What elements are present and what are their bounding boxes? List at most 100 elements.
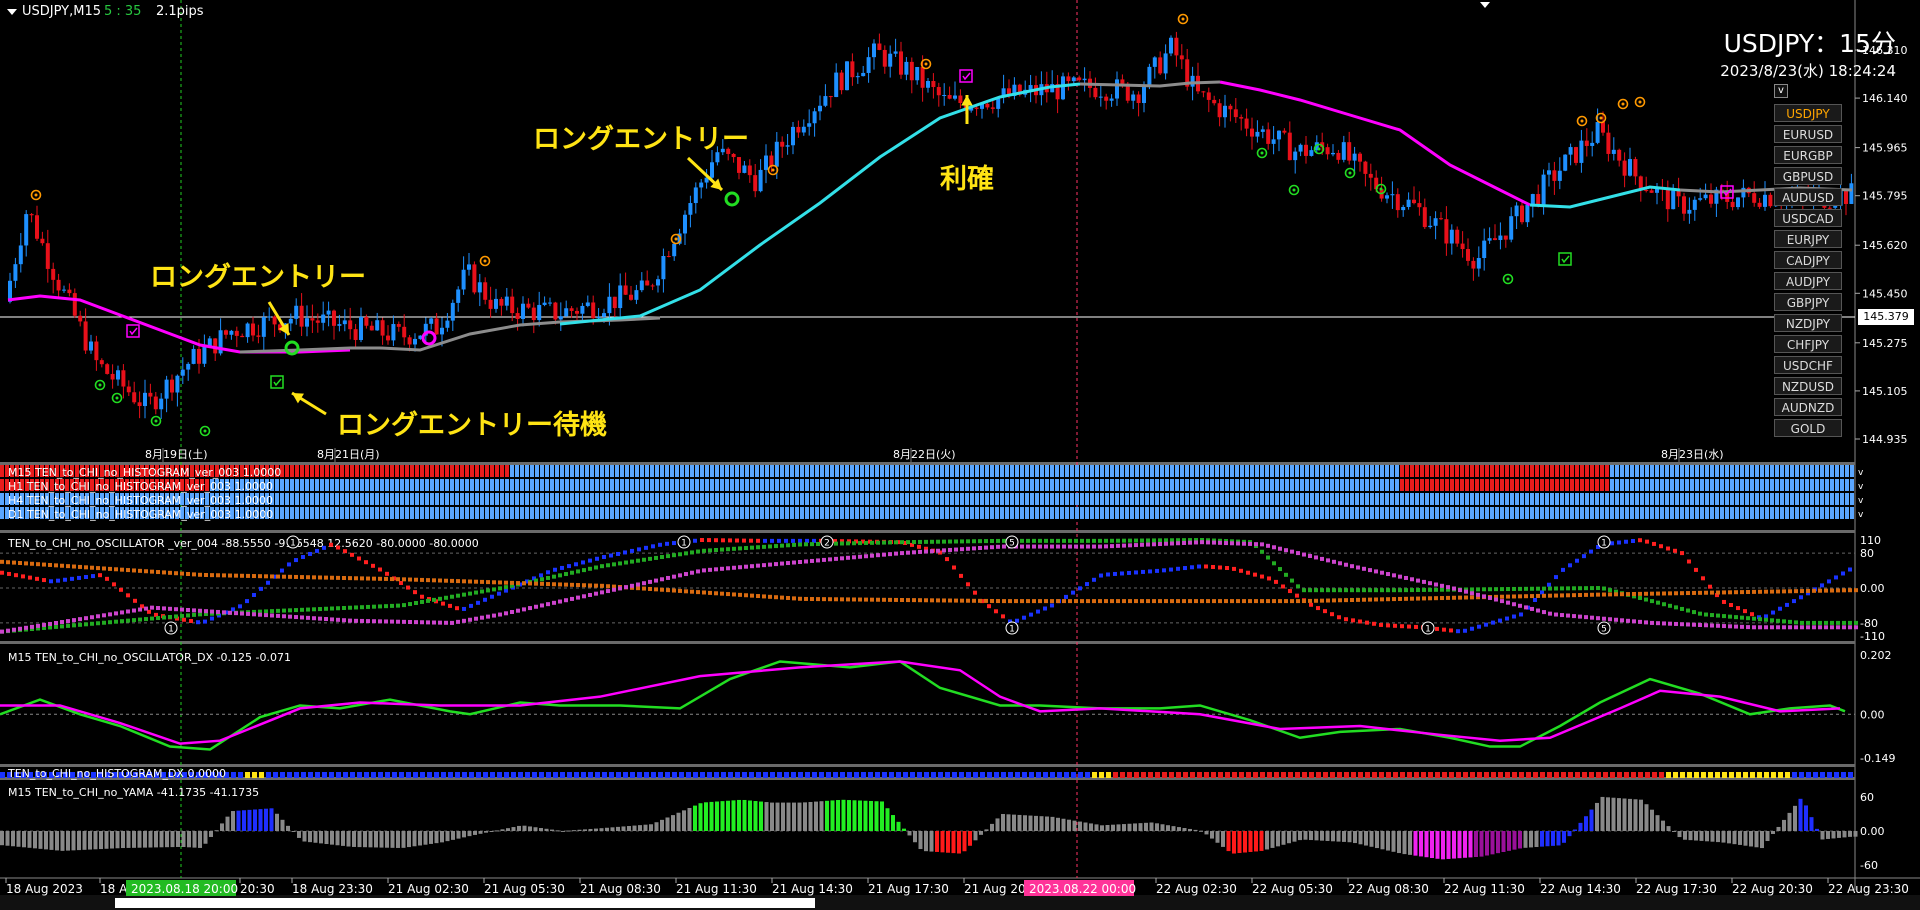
osc-dot (900, 551, 904, 556)
histogram-bar (1210, 479, 1214, 491)
osc-marker-bottom-2-label: 1 (1425, 625, 1431, 635)
yama-bar (214, 830, 219, 832)
symbol-button-audjpy[interactable]: AUDJPY (1774, 272, 1842, 290)
histogram-bar (855, 493, 859, 505)
osc-dot (1416, 588, 1420, 593)
spread-label: 2.1pips (156, 4, 204, 19)
histogram-dx-bar (350, 772, 355, 778)
osc-dot (1533, 598, 1537, 602)
histogram-bar (1460, 507, 1464, 519)
osc-dot (606, 584, 610, 589)
candle-body (899, 51, 903, 75)
osc-dot (96, 621, 100, 626)
osc-dot (684, 551, 688, 556)
osc-dot (1110, 599, 1114, 604)
symbol-button-eurjpy[interactable]: EURJPY (1774, 230, 1842, 248)
osc-dot (294, 574, 298, 579)
histogram-bar (540, 507, 544, 519)
symbol-list-toggle-button[interactable]: v (1774, 84, 1788, 98)
dx-label: M15 TEN_to_CHI_no_OSCILLATOR_DX -0.125 -… (8, 651, 291, 664)
symbol-button-usdcad[interactable]: USDCAD (1774, 209, 1842, 227)
osc-dot (714, 547, 718, 552)
osc-dot (54, 563, 58, 568)
osc-dot (280, 568, 284, 573)
histogram-dx-bar (1211, 772, 1216, 778)
histogram-bar (1605, 493, 1609, 505)
symbol-button-eurgbp[interactable]: EURGBP (1774, 146, 1842, 164)
yama-bar (478, 831, 483, 834)
osc-dot (1572, 586, 1576, 591)
price-chart-canvas[interactable]: 146.310146.140145.965145.795145.620145.4… (0, 0, 1920, 910)
symbol-button-cadjpy[interactable]: CADJPY (1774, 251, 1842, 269)
histogram-bar (1340, 479, 1344, 491)
histogram-bar (630, 507, 634, 519)
candle-body (159, 398, 164, 410)
osc-dot (1554, 575, 1558, 580)
histogram-bar (1385, 479, 1389, 491)
histogram-bar (915, 493, 919, 505)
histogram-bar (815, 493, 819, 505)
histogram-dx-bar (336, 772, 341, 778)
yama-bar (731, 800, 736, 831)
histogram-dx-bar (532, 772, 537, 778)
symbol-button-gbpjpy[interactable]: GBPJPY (1774, 293, 1842, 311)
histogram-bar (1320, 493, 1324, 505)
histogram-dx-bar (1120, 772, 1125, 778)
histogram-bar (1345, 479, 1349, 491)
histogram-bar (555, 479, 559, 491)
symbol-button-usdchf[interactable]: USDCHF (1774, 356, 1842, 374)
histogram-bar (1295, 507, 1299, 519)
osc-dot (1314, 598, 1318, 603)
candle-body (1466, 249, 1470, 261)
histogram-dx-bar (1057, 772, 1062, 778)
osc-dot (1194, 540, 1198, 545)
histogram-bar (305, 507, 309, 519)
symbol-button-eurusd[interactable]: EURUSD (1774, 125, 1842, 143)
osc-dot (384, 604, 388, 609)
histogram-dx-bar (973, 772, 978, 778)
histogram-bar (1145, 493, 1149, 505)
yama-bar (583, 829, 587, 831)
histogram-bar (655, 479, 659, 491)
symbol-button-nzdusd[interactable]: NZDUSD (1774, 377, 1842, 395)
osc-dot (1568, 563, 1572, 568)
osc-dot (245, 599, 249, 604)
osc-dot (1848, 625, 1852, 630)
osc-dot (330, 606, 334, 611)
histogram-bar (1465, 479, 1469, 491)
candle-body (1336, 152, 1341, 160)
histogram-bar (1170, 465, 1174, 477)
histogram-bar (285, 479, 289, 491)
candle-body (445, 320, 450, 328)
osc-dot (90, 615, 94, 620)
osc-dot (644, 545, 648, 550)
chart-window[interactable]: 146.310 146.140 145.965 145.795 145.620 145.4… (0, 0, 1920, 910)
histogram-bar (1730, 507, 1734, 519)
osc-dot (210, 573, 214, 578)
symbol-button-audusd[interactable]: AUDUSD (1774, 188, 1842, 206)
yama-bar (715, 801, 719, 831)
histogram-bar (1025, 507, 1029, 519)
histogram-dx-bar (693, 772, 698, 778)
symbol-button-usdjpy[interactable]: USDJPY (1774, 104, 1842, 122)
histogram-bar (1375, 493, 1379, 505)
symbol-button-chfjpy[interactable]: CHFJPY (1774, 335, 1842, 353)
osc-dot (312, 575, 316, 580)
symbol-button-gbpusd[interactable]: GBPUSD (1774, 167, 1842, 185)
histogram-bar (660, 507, 664, 519)
osc-dot (259, 586, 263, 591)
symbol-button-nzdjpy[interactable]: NZDJPY (1774, 314, 1842, 332)
histogram-bar (1115, 507, 1119, 519)
histogram-bar (595, 493, 599, 505)
symbol-button-audnzd[interactable]: AUDNZD (1774, 398, 1842, 416)
osc-dot (366, 619, 370, 624)
symbol-button-gold[interactable]: GOLD (1774, 419, 1842, 437)
osc-dot (78, 564, 82, 569)
osc-dot (276, 613, 280, 618)
chart-menu-triangle-icon[interactable] (7, 9, 17, 15)
histogram-bar (955, 493, 959, 505)
osc-dot (654, 555, 658, 560)
osc-dot (168, 570, 172, 575)
osc-dot (1488, 587, 1492, 592)
yama-bar (748, 800, 752, 831)
